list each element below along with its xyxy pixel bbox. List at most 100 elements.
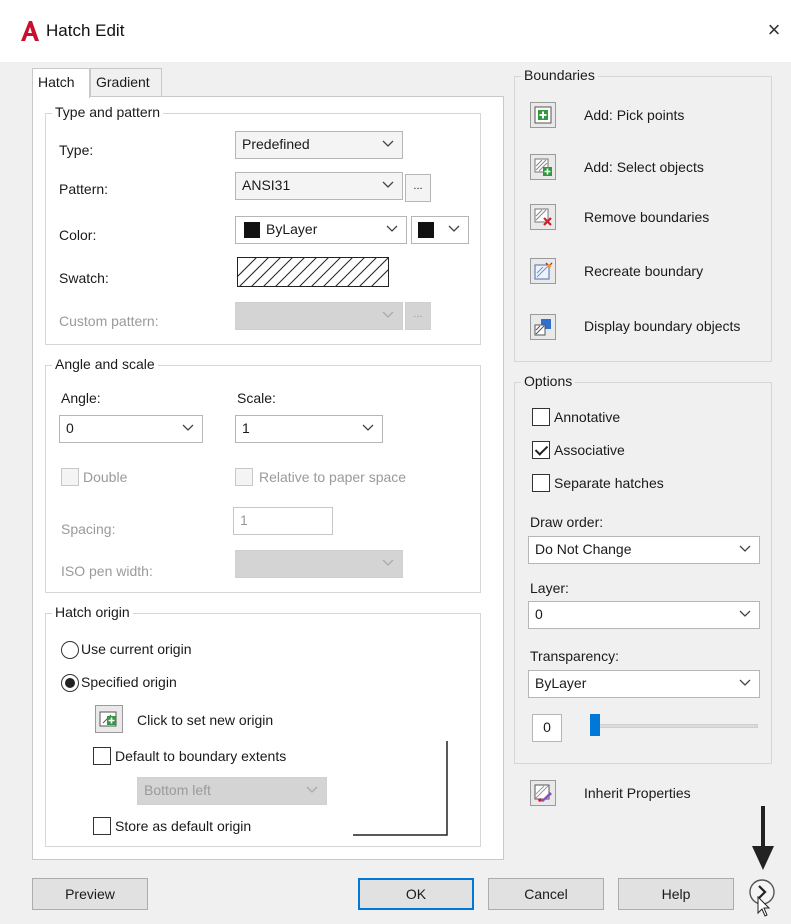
display-boundary-objects-icon	[534, 319, 551, 336]
origin-position-value: Bottom left	[144, 782, 211, 798]
type-dropdown[interactable]: Predefined	[235, 131, 403, 159]
chevron-down-icon	[386, 225, 398, 232]
inherit-properties-button[interactable]	[530, 780, 556, 806]
recreate-boundary-icon	[534, 262, 553, 280]
chevron-down-icon	[382, 181, 394, 188]
add-select-objects-icon	[534, 158, 552, 176]
boundaries-heading: Boundaries	[521, 67, 598, 83]
ok-button[interactable]: OK	[358, 878, 474, 910]
remove-boundaries-label[interactable]: Remove boundaries	[584, 209, 709, 225]
pattern-label: Pattern:	[59, 181, 109, 197]
chevron-down-icon	[739, 679, 751, 686]
transparency-slider-track[interactable]	[592, 724, 758, 728]
relative-to-paper-space-checkbox[interactable]	[235, 468, 253, 486]
angle-and-scale-heading: Angle and scale	[52, 356, 158, 372]
annotative-label: Annotative	[554, 409, 621, 425]
chevron-down-icon	[739, 545, 751, 552]
color-dropdown[interactable]: ByLayer	[235, 216, 407, 244]
chevron-down-icon	[448, 225, 460, 232]
associative-label: Associative	[554, 442, 625, 458]
double-checkbox[interactable]	[61, 468, 79, 486]
transparency-amount-input[interactable]: 0	[532, 714, 562, 742]
custom-pattern-label: Custom pattern:	[59, 313, 159, 329]
display-boundary-objects-button[interactable]	[530, 314, 556, 340]
custom-pattern-dropdown[interactable]	[235, 302, 403, 330]
add-pick-points-label[interactable]: Add: Pick points	[584, 107, 684, 123]
hatch-swatch-preview[interactable]	[237, 257, 389, 287]
angle-label: Angle:	[61, 390, 101, 406]
tab-hatch-label: Hatch	[38, 74, 75, 90]
add-pick-points-icon	[534, 106, 552, 124]
scale-value: 1	[242, 420, 250, 436]
use-current-origin-radio[interactable]	[61, 641, 79, 659]
specified-origin-label: Specified origin	[81, 674, 177, 690]
angle-dropdown[interactable]: 0	[59, 415, 203, 443]
layer-value: 0	[535, 606, 543, 622]
custom-pattern-browse-button[interactable]: ...	[405, 302, 431, 330]
pattern-dropdown[interactable]: ANSI31	[235, 172, 403, 200]
transparency-label: Transparency:	[530, 648, 619, 664]
recreate-boundary-button[interactable]	[530, 258, 556, 284]
layer-label: Layer:	[530, 580, 569, 596]
chevron-down-icon	[382, 311, 394, 318]
default-boundary-extents-checkbox[interactable]	[93, 747, 111, 765]
hatch-origin-heading: Hatch origin	[52, 604, 133, 620]
associative-checkbox[interactable]	[532, 441, 550, 459]
draw-order-label: Draw order:	[530, 514, 604, 530]
hatch-tab-panel: Type and pattern Type: Predefined Patter…	[32, 96, 504, 860]
annotation-arrow	[752, 806, 774, 870]
add-pick-points-button[interactable]	[530, 102, 556, 128]
angle-value: 0	[66, 420, 74, 436]
origin-preview-corner	[353, 741, 448, 836]
inherit-properties-icon	[534, 784, 552, 802]
use-current-origin-label: Use current origin	[81, 641, 192, 657]
annotative-checkbox[interactable]	[532, 408, 550, 426]
store-default-origin-checkbox[interactable]	[93, 817, 111, 835]
help-button[interactable]: Help	[618, 878, 734, 910]
chevron-down-icon	[382, 140, 394, 147]
chevron-down-icon	[182, 424, 194, 431]
scale-dropdown[interactable]: 1	[235, 415, 383, 443]
background-color-dropdown[interactable]	[411, 216, 469, 244]
window-title: Hatch Edit	[46, 21, 125, 40]
cancel-button[interactable]: Cancel	[488, 878, 604, 910]
iso-pen-width-label: ISO pen width:	[61, 563, 153, 579]
store-default-origin-label: Store as default origin	[115, 818, 252, 834]
close-button[interactable]: ×	[760, 16, 788, 44]
add-select-objects-label[interactable]: Add: Select objects	[584, 159, 704, 175]
transparency-dropdown[interactable]: ByLayer	[528, 670, 760, 698]
options-group: Options	[514, 373, 772, 764]
tab-gradient[interactable]: Gradient	[90, 68, 162, 96]
add-select-objects-button[interactable]	[530, 154, 556, 180]
display-boundary-objects-label[interactable]: Display boundary objects	[584, 318, 740, 334]
title-bar: Hatch Edit ×	[0, 0, 791, 62]
color-label: Color:	[59, 227, 97, 243]
background-color-swatch	[418, 222, 434, 238]
preview-button[interactable]: Preview	[32, 878, 148, 910]
color-value: ByLayer	[266, 221, 318, 237]
double-label: Double	[83, 469, 128, 485]
options-heading: Options	[521, 373, 576, 389]
autocad-a-icon	[21, 21, 39, 41]
layer-dropdown[interactable]: 0	[528, 601, 760, 629]
remove-boundaries-button[interactable]	[530, 204, 556, 230]
set-origin-icon	[99, 711, 117, 727]
swatch-label: Swatch:	[59, 270, 109, 286]
separate-hatches-checkbox[interactable]	[532, 474, 550, 492]
color-swatch	[244, 222, 260, 238]
set-new-origin-button[interactable]	[95, 705, 123, 733]
specified-origin-radio[interactable]	[61, 674, 79, 692]
spacing-input[interactable]: 1	[233, 507, 333, 535]
origin-position-dropdown[interactable]: Bottom left	[137, 777, 327, 805]
inherit-properties-label[interactable]: Inherit Properties	[584, 785, 691, 801]
type-value: Predefined	[242, 136, 310, 152]
tab-hatch[interactable]: Hatch	[32, 68, 90, 98]
recreate-boundary-label[interactable]: Recreate boundary	[584, 263, 703, 279]
iso-pen-width-dropdown[interactable]	[235, 550, 403, 578]
pattern-browse-button[interactable]: ...	[405, 174, 431, 202]
remove-boundaries-icon	[534, 208, 552, 226]
scale-label: Scale:	[237, 390, 276, 406]
type-and-pattern-heading: Type and pattern	[52, 104, 164, 120]
draw-order-dropdown[interactable]: Do Not Change	[528, 536, 760, 564]
transparency-slider-thumb[interactable]	[590, 714, 600, 736]
